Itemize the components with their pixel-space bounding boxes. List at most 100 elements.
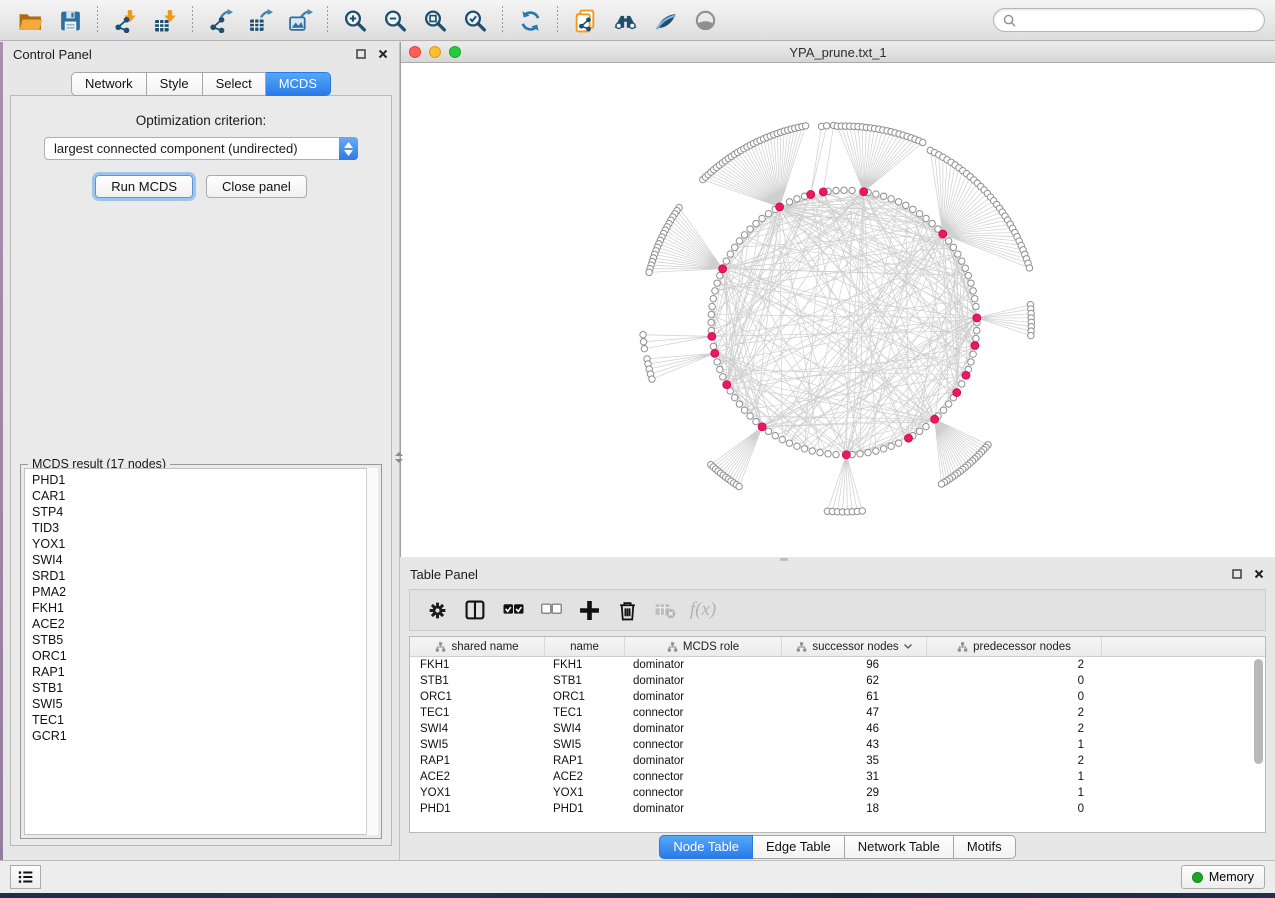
cell[interactable]: dominator	[625, 721, 782, 737]
delete-table-button[interactable]	[646, 592, 684, 628]
cell[interactable]: RAP1	[410, 753, 545, 769]
network-graph[interactable]	[401, 63, 1275, 557]
tab-mcds[interactable]: MCDS	[266, 72, 331, 96]
table-row-orc1[interactable]: ORC1ORC1dominator610	[410, 689, 1265, 705]
mcds-result-item[interactable]: GCR1	[32, 728, 377, 744]
export-image-button[interactable]	[280, 3, 320, 37]
close-panel-button[interactable]: Close panel	[206, 175, 307, 198]
cell[interactable]: ORC1	[545, 689, 625, 705]
cell[interactable]: PHD1	[410, 801, 545, 817]
import-table-button[interactable]	[145, 3, 185, 37]
search-box[interactable]	[993, 8, 1265, 32]
cell[interactable]: STB1	[410, 673, 545, 689]
cell[interactable]: ACE2	[410, 769, 545, 785]
cell[interactable]: 46	[782, 721, 927, 737]
cell[interactable]: ORC1	[410, 689, 545, 705]
table-row-tec1[interactable]: TEC1TEC1connector472	[410, 705, 1265, 721]
cell[interactable]: 2	[927, 753, 1102, 769]
mcds-result-item[interactable]: STB1	[32, 680, 377, 696]
mcds-list-scrollbar[interactable]	[366, 468, 378, 835]
cell[interactable]: dominator	[625, 753, 782, 769]
cell[interactable]: 1	[927, 769, 1102, 785]
cell[interactable]: 29	[782, 785, 927, 801]
network-window-titlebar[interactable]: YPA_prune.txt_1	[401, 42, 1275, 63]
network-from-selection-button[interactable]	[565, 3, 605, 37]
zoom-in-button[interactable]	[335, 3, 375, 37]
mcds-result-item[interactable]: ORC1	[32, 648, 377, 664]
table-row-swi4[interactable]: SWI4SWI4dominator462	[410, 721, 1265, 737]
mcds-result-item[interactable]: RAP1	[32, 664, 377, 680]
cell[interactable]: 2	[927, 705, 1102, 721]
cell[interactable]: PHD1	[545, 801, 625, 817]
save-session-button[interactable]	[50, 3, 90, 37]
column-header-predecessor-nodes[interactable]: predecessor nodes	[927, 637, 1102, 656]
style-preview-button[interactable]	[645, 3, 685, 37]
mcds-result-list[interactable]: PHD1CAR1STP4TID3YOX1SWI4SRD1PMA2FKH1ACE2…	[24, 468, 378, 835]
cell[interactable]: 0	[927, 673, 1102, 689]
network-canvas[interactable]	[401, 63, 1275, 557]
cell[interactable]: connector	[625, 785, 782, 801]
close-panel-icon[interactable]	[377, 48, 389, 60]
mcds-result-item[interactable]: FKH1	[32, 600, 377, 616]
cell[interactable]: dominator	[625, 689, 782, 705]
delete-column-button[interactable]	[608, 592, 646, 628]
mcds-result-item[interactable]: STP4	[32, 504, 377, 520]
cell[interactable]: RAP1	[545, 753, 625, 769]
table-scrollbar-thumb[interactable]	[1254, 659, 1263, 764]
cell[interactable]: SWI4	[545, 721, 625, 737]
column-header-mcds-role[interactable]: MCDS role	[625, 637, 782, 656]
close-table-panel-icon[interactable]	[1253, 568, 1265, 580]
cell[interactable]: 18	[782, 801, 927, 817]
cell[interactable]: SWI5	[410, 737, 545, 753]
optimization-select[interactable]: largest connected component (undirected)	[44, 137, 358, 160]
memory-button[interactable]: Memory	[1181, 865, 1265, 889]
mcds-result-item[interactable]: SWI4	[32, 552, 377, 568]
cell[interactable]: 0	[927, 689, 1102, 705]
mcds-result-item[interactable]: SRD1	[32, 568, 377, 584]
mcds-result-item[interactable]: ACE2	[32, 616, 377, 632]
add-column-button[interactable]	[570, 592, 608, 628]
cell[interactable]: SWI4	[410, 721, 545, 737]
column-header-successor-nodes[interactable]: successor nodes	[782, 637, 927, 656]
cell[interactable]: dominator	[625, 657, 782, 673]
mcds-result-item[interactable]: PMA2	[32, 584, 377, 600]
cell[interactable]: connector	[625, 705, 782, 721]
column-header-shared-name[interactable]: shared name	[410, 637, 545, 656]
function-builder-button[interactable]: f(x)	[684, 592, 722, 628]
refresh-view-button[interactable]	[510, 3, 550, 37]
horizontal-splitter[interactable]	[400, 557, 1275, 562]
table-row-rap1[interactable]: RAP1RAP1dominator352	[410, 753, 1265, 769]
task-history-button[interactable]	[10, 865, 41, 889]
zoom-selected-button[interactable]	[455, 3, 495, 37]
mcds-result-item[interactable]: CAR1	[32, 488, 377, 504]
table-row-stb1[interactable]: STB1STB1dominator620	[410, 673, 1265, 689]
search-binoculars-button[interactable]	[605, 3, 645, 37]
table-row-swi5[interactable]: SWI5SWI5connector431	[410, 737, 1265, 753]
cell[interactable]: STB1	[545, 673, 625, 689]
splitter-collapse-buttons[interactable]	[395, 448, 400, 470]
mcds-result-item[interactable]: PHD1	[32, 472, 377, 488]
select-all-button[interactable]	[494, 592, 532, 628]
cell[interactable]: 47	[782, 705, 927, 721]
table-row-ace2[interactable]: ACE2ACE2connector311	[410, 769, 1265, 785]
cell[interactable]: 62	[782, 673, 927, 689]
cell[interactable]: 35	[782, 753, 927, 769]
import-network-button[interactable]	[105, 3, 145, 37]
float-table-panel-icon[interactable]	[1231, 568, 1243, 580]
table-row-yox1[interactable]: YOX1YOX1connector291	[410, 785, 1265, 801]
mcds-result-item[interactable]: TEC1	[32, 712, 377, 728]
cell[interactable]: 1	[927, 737, 1102, 753]
export-table-button[interactable]	[240, 3, 280, 37]
cell[interactable]: dominator	[625, 673, 782, 689]
open-file-button[interactable]	[10, 3, 50, 37]
cell[interactable]: TEC1	[545, 705, 625, 721]
zoom-out-button[interactable]	[375, 3, 415, 37]
deselect-all-button[interactable]	[532, 592, 570, 628]
zoom-fit-button[interactable]	[415, 3, 455, 37]
table-tab-network-table[interactable]: Network Table	[845, 835, 954, 859]
table-options-gear-button[interactable]	[418, 592, 456, 628]
cell[interactable]: 2	[927, 657, 1102, 673]
cell[interactable]: ACE2	[545, 769, 625, 785]
column-header-name[interactable]: name	[545, 637, 625, 656]
float-panel-icon[interactable]	[355, 48, 367, 60]
